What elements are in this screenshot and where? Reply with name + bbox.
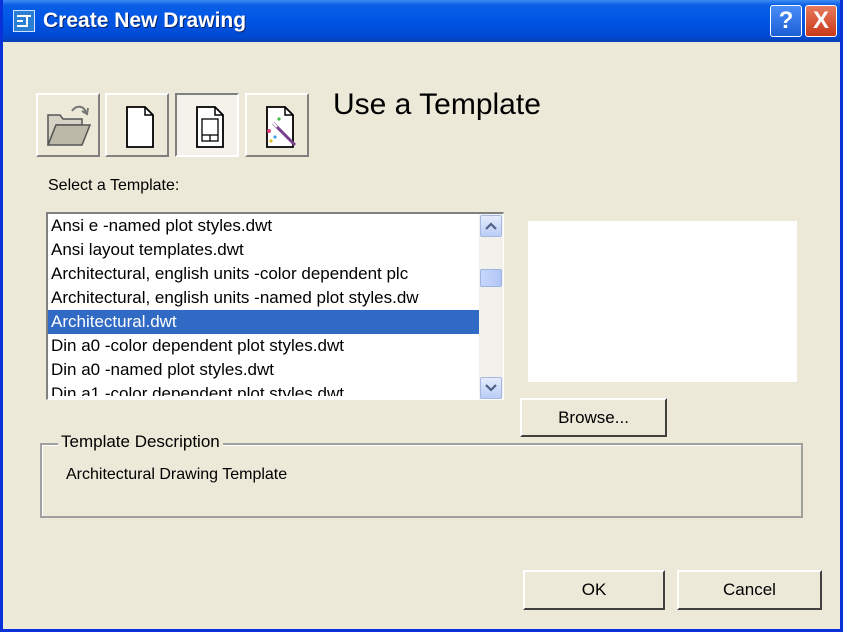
list-item[interactable]: Ansi e -named plot styles.dwt — [48, 214, 480, 238]
scroll-down-button[interactable] — [480, 377, 502, 399]
ok-button[interactable]: OK — [523, 570, 665, 610]
blank-page-icon — [126, 106, 154, 148]
list-item[interactable]: Din a1 -color dependent plot styles.dwt — [48, 382, 480, 396]
help-button[interactable]: ? — [770, 5, 802, 37]
chevron-down-icon — [485, 384, 497, 392]
start-from-scratch-button[interactable] — [105, 93, 169, 157]
title-bar[interactable]: Create New Drawing ? X — [3, 0, 840, 42]
folder-open-icon — [46, 105, 92, 146]
window-title: Create New Drawing — [43, 9, 247, 32]
template-description-legend: Template Description — [58, 432, 223, 452]
open-drawing-button[interactable] — [36, 93, 100, 157]
use-wizard-button[interactable] — [245, 93, 309, 157]
template-list[interactable]: Ansi e -named plot styles.dwt Ansi layou… — [48, 214, 480, 399]
template-page-icon — [196, 106, 224, 148]
scroll-up-button[interactable] — [480, 215, 502, 237]
create-new-drawing-dialog: Create New Drawing ? X Use a Template Se… — [0, 0, 843, 632]
chevron-up-icon — [485, 222, 497, 230]
close-button[interactable]: X — [805, 5, 837, 37]
list-item[interactable]: Din a0 -color dependent plot styles.dwt — [48, 334, 480, 358]
template-description-text: Architectural Drawing Template — [66, 466, 288, 483]
list-item[interactable]: Ansi layout templates.dwt — [48, 238, 480, 262]
list-item[interactable]: Din a0 -named plot styles.dwt — [48, 358, 480, 382]
list-item[interactable]: Architectural.dwt — [48, 310, 480, 334]
browse-button[interactable]: Browse... — [520, 398, 667, 437]
template-preview — [528, 221, 797, 382]
select-template-label: Select a Template: — [48, 177, 180, 194]
use-template-button[interactable] — [175, 93, 239, 157]
page-heading: Use a Template — [333, 88, 541, 121]
cancel-button[interactable]: Cancel — [677, 570, 822, 610]
list-item[interactable]: Architectural, english units -named plot… — [48, 286, 480, 310]
autocad-app-icon — [13, 10, 35, 32]
wizard-icon — [266, 106, 297, 148]
list-item[interactable]: Architectural, english units -color depe… — [48, 262, 480, 286]
list-scrollbar[interactable] — [479, 214, 503, 399]
scroll-thumb[interactable] — [480, 269, 502, 287]
template-listbox[interactable]: Ansi e -named plot styles.dwt Ansi layou… — [46, 212, 504, 400]
